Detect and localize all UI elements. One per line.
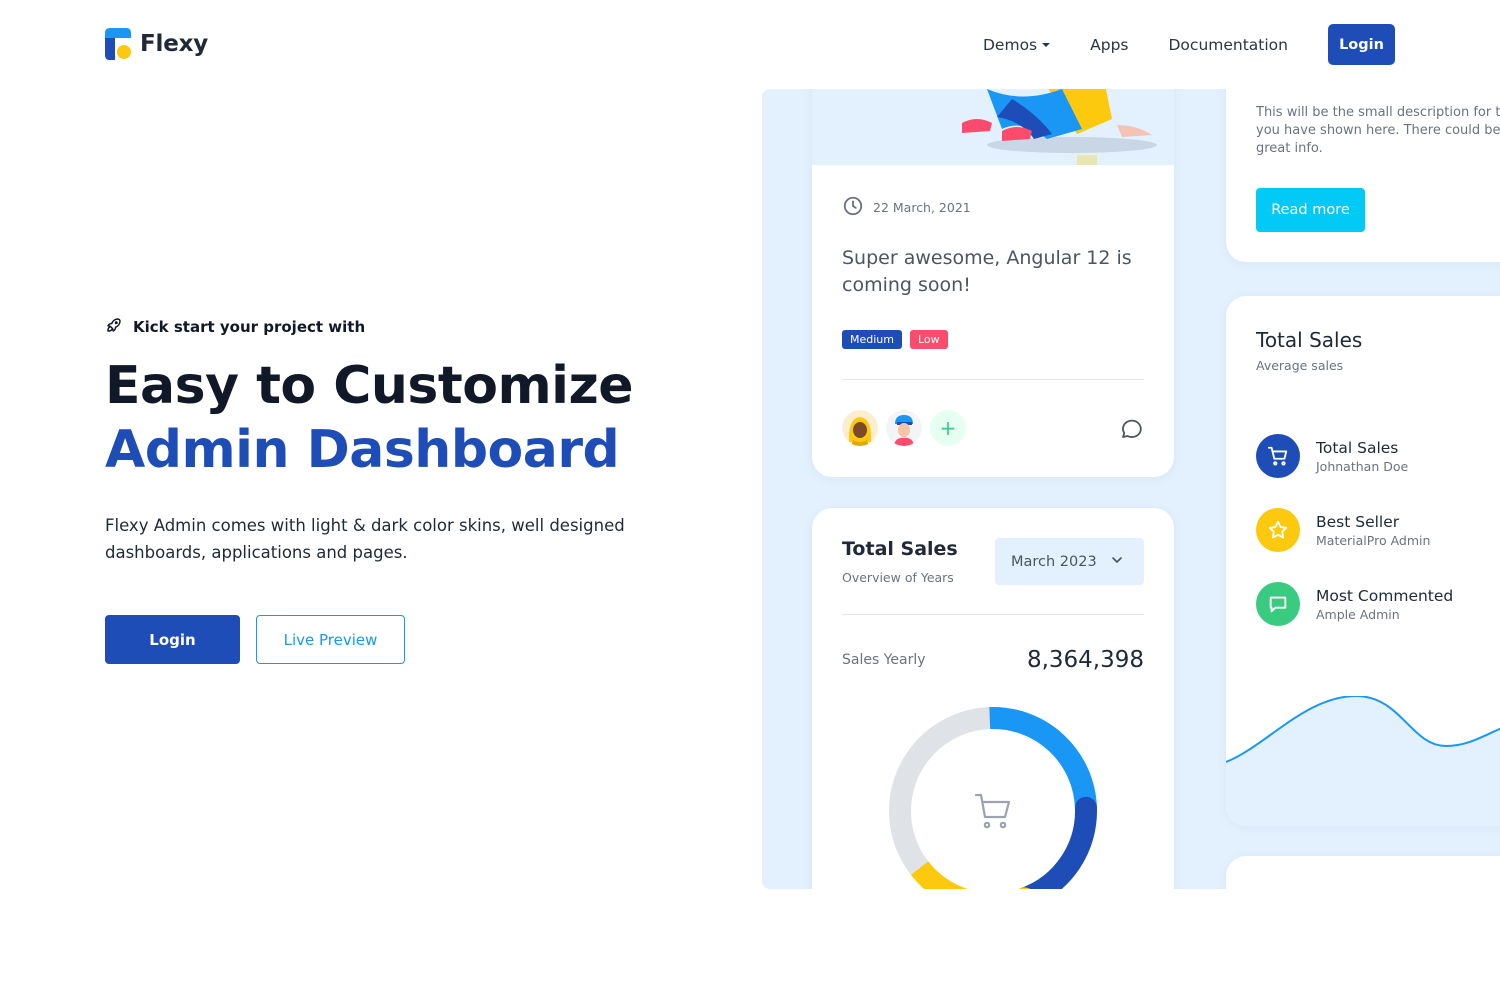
top-nav: Demos Apps Documentation Login bbox=[983, 24, 1395, 65]
star-icon bbox=[1256, 508, 1300, 552]
avatar[interactable] bbox=[842, 410, 878, 446]
sales-wave-chart bbox=[1226, 696, 1500, 826]
hero-kicker: Kick start your project with bbox=[105, 316, 365, 338]
dashboard-preview: 22 March, 2021 Super awesome, Angular 12… bbox=[762, 89, 1500, 889]
list-item-title: Total Sales bbox=[1316, 438, 1399, 457]
info-card-description-line: This will be the small description for t… bbox=[1256, 105, 1500, 120]
nav-demos-label: Demos bbox=[983, 35, 1038, 54]
badge-low: Low bbox=[909, 330, 948, 349]
sales-card-title: Total Sales bbox=[842, 538, 958, 560]
info-card-description-line: you have shown here. There could be bbox=[1256, 123, 1500, 138]
hero-description: Flexy Admin comes with light & dark colo… bbox=[105, 516, 625, 562]
add-member-button[interactable]: + bbox=[930, 410, 966, 446]
nav-login-button[interactable]: Login bbox=[1328, 24, 1395, 65]
info-card-description: This will be the small description for t… bbox=[1256, 104, 1500, 158]
comment-icon[interactable] bbox=[1120, 417, 1144, 445]
chevron-down-icon bbox=[1109, 552, 1125, 572]
rocket-icon bbox=[105, 316, 123, 338]
list-item[interactable]: Total Sales Johnathan Doe bbox=[1256, 434, 1408, 478]
sales-card-subtitle: Overview of Years bbox=[842, 570, 954, 585]
blog-date: 22 March, 2021 bbox=[842, 195, 971, 220]
next-card bbox=[1226, 856, 1500, 889]
hero-title: Easy to Customize Admin Dashboard bbox=[105, 354, 634, 482]
nav-apps[interactable]: Apps bbox=[1090, 36, 1128, 54]
blog-date-text: 22 March, 2021 bbox=[873, 200, 971, 215]
brand-name: Flexy bbox=[140, 31, 209, 57]
list-item-meta: Johnathan Doe bbox=[1316, 458, 1409, 474]
sales-donut-chart bbox=[889, 707, 1097, 889]
cart-icon bbox=[1256, 434, 1300, 478]
clock-icon bbox=[842, 195, 864, 220]
avatar-group: + bbox=[842, 410, 966, 446]
read-more-button[interactable]: Read more bbox=[1256, 188, 1365, 232]
badge-medium: Medium bbox=[842, 330, 902, 349]
divider bbox=[842, 379, 1144, 380]
total-sales-panel-title: Total Sales bbox=[1256, 328, 1363, 352]
list-item-meta: MaterialPro Admin bbox=[1316, 532, 1431, 548]
total-sales-panel: Total Sales Average sales Total Sales Jo… bbox=[1226, 296, 1500, 826]
list-item-title: Best Seller bbox=[1316, 512, 1400, 531]
info-card: This will be the small description for t… bbox=[1226, 89, 1500, 262]
list-item[interactable]: Most Commented Ample Admin bbox=[1256, 582, 1453, 626]
blog-title[interactable]: Super awesome, Angular 12 is coming soon… bbox=[842, 245, 1152, 299]
list-item[interactable]: Best Seller MaterialPro Admin bbox=[1256, 508, 1430, 552]
hero-kicker-text: Kick start your project with bbox=[133, 318, 366, 336]
cart-icon bbox=[974, 793, 1011, 829]
sales-yearly-value: 8,364,398 bbox=[1026, 647, 1144, 673]
brand-logo[interactable]: Flexy bbox=[105, 28, 208, 60]
hero-title-line1: Easy to Customize bbox=[105, 356, 634, 416]
live-preview-button[interactable]: Live Preview bbox=[256, 615, 405, 664]
month-select-value: March 2023 bbox=[1011, 553, 1097, 570]
list-item-meta: Ample Admin bbox=[1316, 606, 1400, 622]
divider bbox=[842, 614, 1144, 615]
hero-title-line2: Admin Dashboard bbox=[105, 420, 620, 480]
list-item-title: Most Commented bbox=[1316, 586, 1454, 605]
nav-documentation[interactable]: Documentation bbox=[1169, 36, 1289, 54]
nav-demos-dropdown[interactable]: Demos bbox=[983, 35, 1051, 54]
hero-login-button[interactable]: Login bbox=[105, 615, 240, 664]
message-icon bbox=[1256, 582, 1300, 626]
blog-card: 22 March, 2021 Super awesome, Angular 12… bbox=[812, 89, 1174, 477]
info-card-description-line: great info. bbox=[1256, 141, 1323, 156]
sales-yearly-label: Sales Yearly bbox=[842, 652, 926, 668]
blog-badges: Medium Low bbox=[842, 330, 948, 349]
sales-overview-card: Total Sales Overview of Years March 2023… bbox=[812, 508, 1174, 889]
blog-illustration bbox=[812, 89, 1174, 165]
caret-down-icon bbox=[1042, 43, 1051, 47]
total-sales-panel-subtitle: Average sales bbox=[1256, 358, 1344, 373]
flexy-logo-icon bbox=[105, 28, 131, 60]
month-select[interactable]: March 2023 bbox=[995, 538, 1144, 585]
avatar[interactable] bbox=[886, 410, 922, 446]
